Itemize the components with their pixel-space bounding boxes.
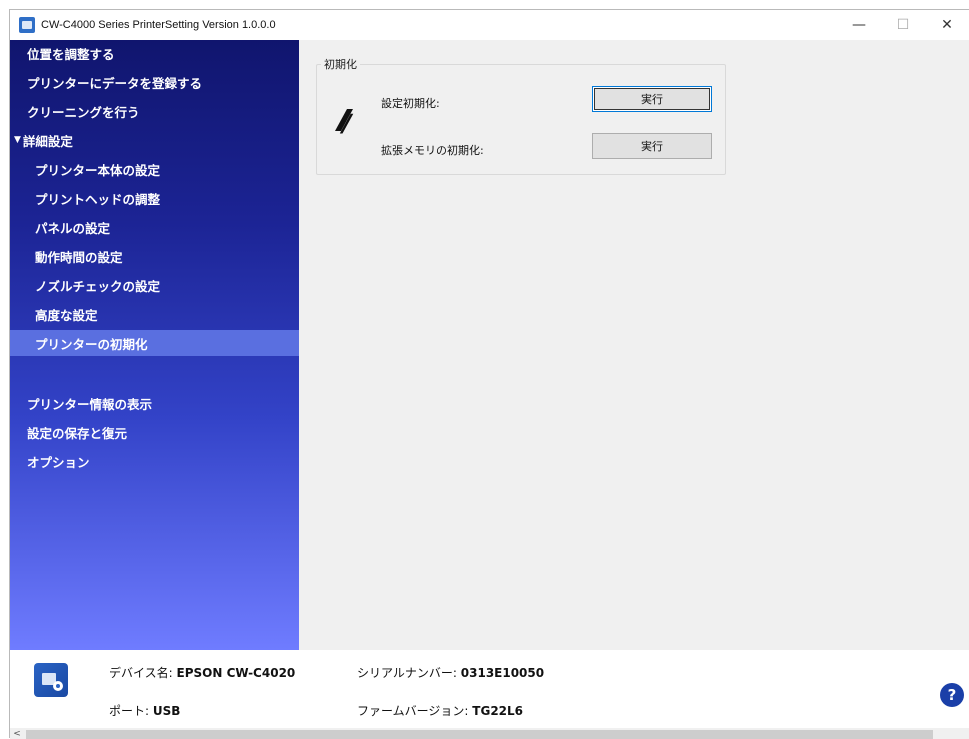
app-window: CW-C4000 Series PrinterSetting Version 1… xyxy=(9,9,969,739)
sidebar-item-printer-initialize[interactable]: プリンターの初期化 xyxy=(10,330,299,356)
sidebar-item-panel-settings[interactable]: パネルの設定 xyxy=(10,214,299,240)
sidebar-item-label: プリントヘッドの調整 xyxy=(35,191,161,207)
device-name-label: デバイス名: xyxy=(109,666,173,680)
sidebar-item-label: 動作時間の設定 xyxy=(35,249,123,265)
sidebar: 位置を調整する プリンターにデータを登録する クリーニングを行う ▼ 詳細設定 プ… xyxy=(10,40,299,650)
port-value: USB xyxy=(152,704,181,718)
sidebar-item-label: プリンターにデータを登録する xyxy=(27,75,203,91)
reset-memory-execute-button[interactable]: 実行 xyxy=(592,133,712,159)
window-controls: — ☐ ✕ xyxy=(837,10,969,40)
device-name-value: EPSON CW-C4020 xyxy=(176,666,296,680)
reset-settings-label: 設定初期化: xyxy=(381,97,440,110)
sidebar-item-options[interactable]: オプション xyxy=(10,448,299,474)
sidebar-item-label: ノズルチェックの設定 xyxy=(35,278,161,294)
firmware-value: TG22L6 xyxy=(472,704,524,718)
port: ポート: USB xyxy=(109,702,180,719)
sidebar-item-cleaning[interactable]: クリーニングを行う xyxy=(10,98,299,124)
sidebar-item-label: プリンター本体の設定 xyxy=(35,162,161,178)
sidebar-item-printhead-adjust[interactable]: プリントヘッドの調整 xyxy=(10,185,299,211)
sidebar-item-label: オプション xyxy=(27,454,90,470)
sidebar-item-label: 高度な設定 xyxy=(35,307,98,323)
serial-number: シリアルナンバー: 0313E10050 xyxy=(357,664,544,681)
serial-value: 0313E10050 xyxy=(460,666,545,680)
sidebar-item-printer-info[interactable]: プリンター情報の表示 xyxy=(10,390,299,416)
sidebar-item-printer-body-settings[interactable]: プリンター本体の設定 xyxy=(10,156,299,182)
initialize-icon xyxy=(335,109,354,134)
expand-triangle-icon: ▼ xyxy=(14,135,21,145)
sidebar-item-label: プリンター情報の表示 xyxy=(27,396,153,412)
reset-settings-execute-button[interactable]: 実行 xyxy=(592,86,712,112)
sidebar-item-advanced-settings[interactable]: ▼ 詳細設定 xyxy=(10,127,299,153)
group-title: 初期化 xyxy=(321,56,360,72)
sidebar-item-label: 設定の保存と復元 xyxy=(27,425,128,441)
sidebar-item-operation-time-settings[interactable]: 動作時間の設定 xyxy=(10,243,299,269)
title-bar: CW-C4000 Series PrinterSetting Version 1… xyxy=(10,10,969,40)
device-settings-icon xyxy=(34,663,68,697)
sidebar-item-adjust-position[interactable]: 位置を調整する xyxy=(10,40,299,66)
help-button[interactable]: ? xyxy=(940,683,964,707)
sidebar-item-register-data[interactable]: プリンターにデータを登録する xyxy=(10,69,299,95)
sidebar-item-label: 位置を調整する xyxy=(27,46,115,62)
reset-memory-label: 拡張メモリの初期化: xyxy=(381,144,484,157)
initialize-groupbox: 初期化 設定初期化: 実行 拡張メモリの初期化: 実行 xyxy=(316,56,726,175)
sidebar-item-nozzle-check-settings[interactable]: ノズルチェックの設定 xyxy=(10,272,299,298)
app-icon xyxy=(19,17,35,33)
maximize-button[interactable]: ☐ xyxy=(881,10,925,40)
sidebar-item-save-restore[interactable]: 設定の保存と復元 xyxy=(10,419,299,445)
sidebar-item-label: パネルの設定 xyxy=(35,220,111,236)
scroll-left-arrow-icon[interactable]: < xyxy=(10,728,24,739)
window-title: CW-C4000 Series PrinterSetting Version 1… xyxy=(41,19,276,31)
serial-label: シリアルナンバー: xyxy=(357,666,457,680)
sidebar-item-advanced[interactable]: 高度な設定 xyxy=(10,301,299,327)
main-panel: 初期化 設定初期化: 実行 拡張メモリの初期化: 実行 xyxy=(299,40,969,650)
minimize-button[interactable]: — xyxy=(837,10,881,40)
sidebar-item-label: プリンターの初期化 xyxy=(35,336,148,352)
status-footer: デバイス名: EPSON CW-C4020 シリアルナンバー: 0313E100… xyxy=(10,650,969,728)
horizontal-scrollbar[interactable]: < xyxy=(10,728,969,739)
port-label: ポート: xyxy=(109,704,150,718)
sidebar-item-label: クリーニングを行う xyxy=(27,104,140,120)
sidebar-item-label: 詳細設定 xyxy=(22,133,73,149)
firmware-label: ファームバージョン: xyxy=(357,704,469,718)
firmware-version: ファームバージョン: TG22L6 xyxy=(357,702,523,719)
close-button[interactable]: ✕ xyxy=(925,10,969,40)
device-name: デバイス名: EPSON CW-C4020 xyxy=(109,664,295,681)
